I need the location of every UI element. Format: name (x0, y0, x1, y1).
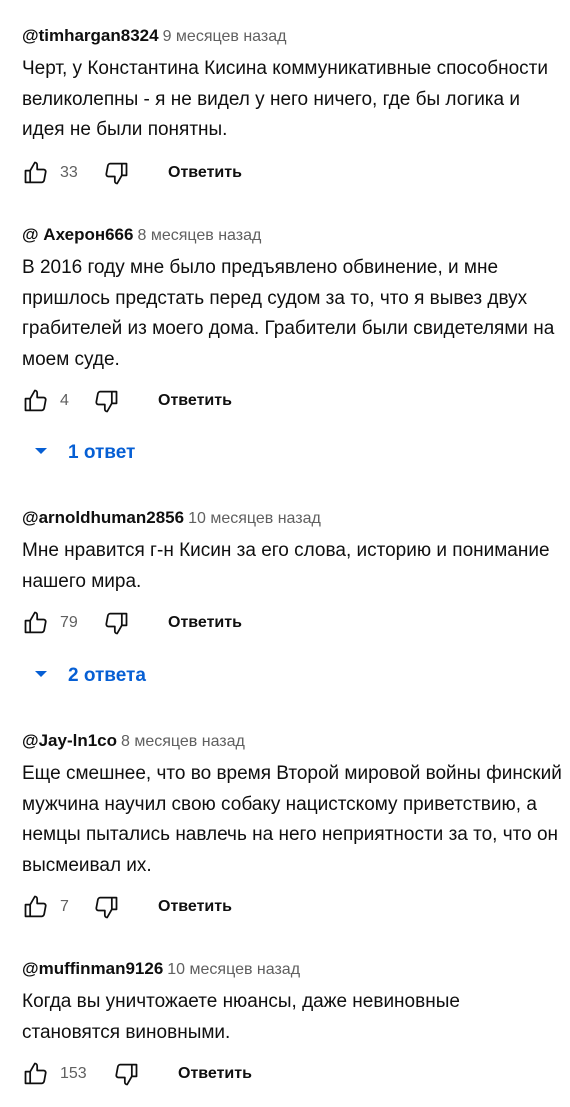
comment-header: @Jay-ln1co 8 месяцев назад (22, 729, 562, 753)
replies-count: 2 ответа (68, 665, 146, 686)
comment-time[interactable]: 9 месяцев назад (163, 28, 287, 45)
replies-count: 1 ответ (68, 442, 136, 463)
comment-time[interactable]: 8 месяцев назад (121, 733, 245, 750)
thumb-up-icon[interactable] (22, 893, 50, 921)
comment-time[interactable]: 10 месяцев назад (188, 510, 321, 527)
show-replies-button[interactable]: 2 ответа (34, 661, 146, 691)
comment: @arnoldhuman2856 10 месяцев назад Мне нра… (22, 506, 562, 643)
comment: @muffinman9126 10 месяцев назад Когда вы … (22, 957, 562, 1094)
comment-author[interactable]: @arnoldhuman2856 (22, 508, 184, 527)
comment-text: Мне нравится г-н Кисин за его слова, ист… (22, 540, 550, 592)
comment-text: Еще смешнее, что во время Второй мировой… (22, 763, 562, 876)
comment: @timhargan8324 9 месяцев назад Черт, у Ко… (22, 24, 562, 193)
comment-author[interactable]: @muffinman9126 (22, 959, 163, 978)
comment: @ Ахерон666 8 месяцев назад В 2016 году м… (22, 223, 562, 421)
like-count: 33 (60, 163, 78, 181)
reply-button[interactable]: Ответить (178, 1064, 252, 1084)
reply-button[interactable]: Ответить (158, 391, 232, 411)
comment-actions: 153 Ответить (22, 1054, 562, 1094)
comment-actions: 79 Ответить (22, 603, 562, 643)
comment-header: @timhargan8324 9 месяцев назад (22, 24, 562, 48)
thumb-up-icon[interactable] (22, 1060, 50, 1088)
comment-text: Когда вы уничтожаете нюансы, даже невино… (22, 991, 460, 1043)
comment: @Jay-ln1co 8 месяцев назад Еще смешнее, ч… (22, 729, 562, 927)
comment-actions: 7 Ответить (22, 887, 562, 927)
thumb-down-icon[interactable] (92, 387, 120, 415)
show-replies-button[interactable]: 1 ответ (34, 438, 135, 468)
reply-button[interactable]: Ответить (168, 613, 242, 633)
comment-author[interactable]: @ Ахерон666 (22, 225, 133, 244)
comment-time[interactable]: 10 месяцев назад (167, 961, 300, 978)
like-count: 7 (60, 898, 69, 915)
thumb-down-icon[interactable] (102, 609, 130, 637)
comment-time[interactable]: 8 месяцев назад (137, 227, 261, 244)
comment-header: @muffinman9126 10 месяцев назад (22, 957, 562, 981)
reply-button[interactable]: Ответить (158, 897, 232, 917)
comment-text: Черт, у Константина Кисина коммуникативн… (22, 58, 548, 140)
chevron-down-icon (34, 669, 48, 679)
reply-button[interactable]: Ответить (168, 163, 242, 183)
thumb-down-icon[interactable] (92, 893, 120, 921)
thumb-up-icon[interactable] (22, 159, 50, 187)
like-count: 153 (60, 1065, 87, 1082)
like-count: 79 (60, 614, 78, 631)
comment-author[interactable]: @Jay-ln1co (22, 731, 117, 750)
comment-text: В 2016 году мне было предъявлено обвинен… (22, 257, 555, 370)
thumb-up-icon[interactable] (22, 609, 50, 637)
thumb-down-icon[interactable] (112, 1060, 140, 1088)
comment-actions: 4 Ответить (22, 381, 562, 421)
comment-header: @ Ахерон666 8 месяцев назад (22, 223, 562, 247)
chevron-down-icon (34, 446, 48, 456)
comment-author[interactable]: @timhargan8324 (22, 26, 159, 45)
thumb-up-icon[interactable] (22, 387, 50, 415)
like-count: 4 (60, 392, 69, 409)
thumb-down-icon[interactable] (102, 159, 130, 187)
comment-header: @arnoldhuman2856 10 месяцев назад (22, 506, 562, 530)
comment-actions: 33 Ответить (22, 153, 562, 193)
